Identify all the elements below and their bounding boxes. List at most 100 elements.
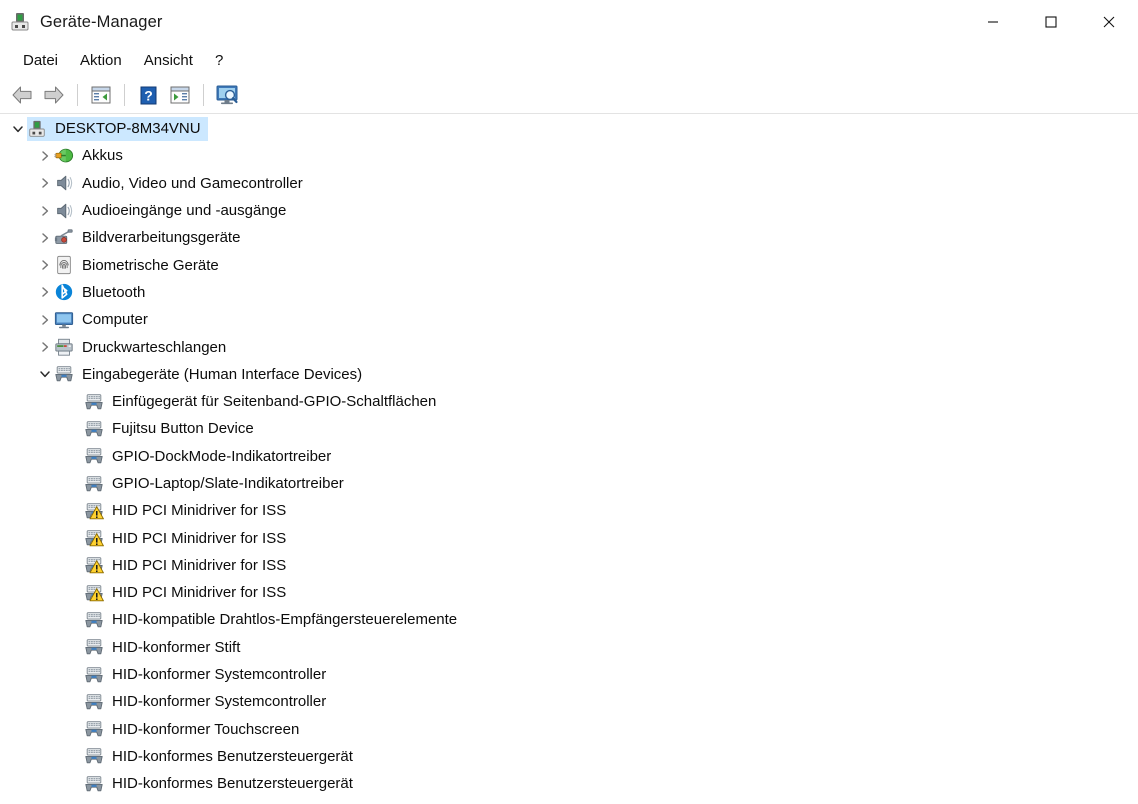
tree-category-label: Druckwarteschlangen	[82, 338, 227, 356]
tree-category-label: Audioeingänge und -ausgänge	[82, 202, 287, 220]
update-driver-button[interactable]	[165, 81, 195, 109]
tree-device-row[interactable]: HID-konformer Systemcontroller	[0, 688, 1138, 715]
tree-device-label: GPIO-Laptop/Slate-Indikatortreiber	[112, 475, 344, 492]
tree-device-label: HID-konformer Stift	[112, 638, 241, 656]
menu-datei[interactable]: Datei	[12, 49, 69, 72]
tree-device-row[interactable]: GPIO-Laptop/Slate-Indikatortreiber	[0, 470, 1138, 497]
chevron-right-icon[interactable]	[36, 338, 54, 356]
maximize-button[interactable]	[1022, 0, 1080, 44]
tree-device-row[interactable]: HID PCI Minidriver for ISS	[0, 552, 1138, 579]
toolbar-separator	[203, 84, 204, 106]
window-controls	[964, 0, 1138, 44]
maximize-icon	[1045, 16, 1057, 28]
tree-device-row[interactable]: HID PCI Minidriver for ISS	[0, 579, 1138, 606]
tree-device-row[interactable]: HID-kompatible Drahtlos-Empfängersteuere…	[0, 606, 1138, 633]
tree-device-label: Einfügegerät für Seitenband-GPIO-Schaltf…	[112, 393, 437, 411]
chevron-right-icon[interactable]	[36, 256, 54, 274]
tree-category-row[interactable]: Druckwarteschlangen	[0, 333, 1138, 360]
tree-device-row[interactable]: Einfügegerät für Seitenband-GPIO-Schaltf…	[0, 388, 1138, 415]
tree-category-row[interactable]: Bluetooth	[0, 279, 1138, 306]
tree-device-row[interactable]: HID-konformes Benutzersteuergerät	[0, 743, 1138, 770]
properties-button[interactable]	[86, 81, 116, 109]
chevron-right-icon[interactable]	[36, 311, 54, 329]
computer-node-icon	[27, 119, 47, 139]
tree-category-row[interactable]: Audio, Video und Gamecontroller	[0, 170, 1138, 197]
close-button[interactable]	[1080, 0, 1138, 44]
hid-icon	[84, 746, 104, 766]
chevron-right-icon[interactable]	[36, 229, 54, 247]
tree-device-row[interactable]: HID PCI Minidriver for ISS	[0, 524, 1138, 551]
title-bar: Geräte-Manager	[0, 0, 1138, 44]
device-manager-icon	[9, 11, 31, 33]
tree-root-row[interactable]: DESKTOP-8M34VNU	[0, 115, 1138, 142]
chevron-right-icon[interactable]	[36, 283, 54, 301]
chevron-down-icon[interactable]	[36, 365, 54, 383]
tree-device-label: HID PCI Minidriver for ISS	[112, 502, 287, 520]
tree-device-label: GPIO-DockMode-Indikatortreiber	[112, 447, 332, 465]
tree-category-row[interactable]: Eingabegeräte (Human Interface Devices)	[0, 361, 1138, 388]
tree-device-row[interactable]: GPIO-DockMode-Indikatortreiber	[0, 443, 1138, 470]
chevron-right-icon[interactable]	[36, 202, 54, 220]
hid-icon	[84, 610, 104, 630]
back-button[interactable]	[7, 81, 37, 109]
hid-icon	[84, 419, 104, 439]
tree-device-row[interactable]: HID-konformes Benutzersteuergerät	[0, 770, 1138, 797]
camera-icon	[54, 228, 74, 248]
device-tree[interactable]: DESKTOP-8M34VNU Akkus Audio, Video und G…	[0, 114, 1138, 804]
hid-icon	[84, 392, 104, 412]
tree-category-row[interactable]: Bildverarbeitungsgeräte	[0, 224, 1138, 251]
hid-icon	[84, 637, 104, 657]
help-button[interactable]: ?	[133, 81, 163, 109]
scan-hardware-button[interactable]	[212, 81, 242, 109]
tree-device-row[interactable]: HID PCI Minidriver for ISS	[0, 497, 1138, 524]
tree-device-row[interactable]: Fujitsu Button Device	[0, 415, 1138, 442]
chevron-down-icon[interactable]	[9, 120, 27, 138]
chevron-right-icon[interactable]	[36, 147, 54, 165]
menu-ansicht[interactable]: Ansicht	[133, 49, 204, 72]
hid-icon	[84, 665, 104, 685]
chevron-right-icon[interactable]	[36, 174, 54, 192]
tree-device-label: HID-kompatible Drahtlos-Empfängersteuere…	[112, 611, 458, 629]
hid-icon	[84, 692, 104, 712]
minimize-icon	[988, 21, 998, 23]
monitor-icon	[54, 310, 74, 330]
toolbar-separator	[77, 84, 78, 106]
hid-icon	[84, 446, 104, 466]
tree-device-label: HID-konformer Touchscreen	[112, 720, 300, 738]
forward-arrow-icon	[44, 86, 64, 104]
tree-device-label: HID PCI Minidriver for ISS	[112, 584, 287, 602]
minimize-button[interactable]	[964, 0, 1022, 44]
menu-aktion[interactable]: Aktion	[69, 49, 133, 72]
hid-icon	[84, 474, 104, 494]
update-driver-icon	[170, 86, 190, 104]
tree-device-row[interactable]: HID-konformer Systemcontroller	[0, 661, 1138, 688]
tree-category-label: Audio, Video und Gamecontroller	[82, 174, 303, 192]
tree-category-row[interactable]: Biometrische Geräte	[0, 251, 1138, 278]
tree-device-label: HID-konformer Systemcontroller	[112, 666, 327, 684]
tree-category-row[interactable]: Akkus	[0, 142, 1138, 169]
speaker-icon	[54, 201, 74, 221]
hid-icon-with-warning	[84, 501, 104, 521]
tree-category-row[interactable]: Audioeingänge und -ausgänge	[0, 197, 1138, 224]
tree-category-label: Bluetooth	[82, 283, 146, 301]
tree-device-row[interactable]: HID-konformer Stift	[0, 634, 1138, 661]
menu-hilfe[interactable]: ?	[204, 49, 234, 72]
speaker-icon	[54, 173, 74, 193]
tree-device-label: HID-konformes Benutzersteuergerät	[112, 747, 353, 765]
battery-icon	[54, 146, 74, 166]
forward-button[interactable]	[39, 81, 69, 109]
tree-device-label: Fujitsu Button Device	[112, 420, 254, 438]
fingerprint-icon	[54, 255, 74, 275]
tree-device-label: HID PCI Minidriver for ISS	[112, 556, 287, 574]
tree-category-row[interactable]: Computer	[0, 306, 1138, 333]
bluetooth-icon	[54, 282, 74, 302]
tree-category-label: Akkus	[82, 147, 123, 165]
properties-icon	[91, 86, 111, 104]
hid-icon	[54, 364, 74, 384]
window-title: Geräte-Manager	[40, 12, 163, 31]
hid-icon-with-warning	[84, 583, 104, 603]
menu-bar: Datei Aktion Ansicht ?	[0, 44, 1138, 77]
tree-root-label: DESKTOP-8M34VNU	[55, 120, 201, 138]
tree-category-label: Biometrische Geräte	[82, 256, 219, 274]
tree-device-row[interactable]: HID-konformer Touchscreen	[0, 716, 1138, 743]
